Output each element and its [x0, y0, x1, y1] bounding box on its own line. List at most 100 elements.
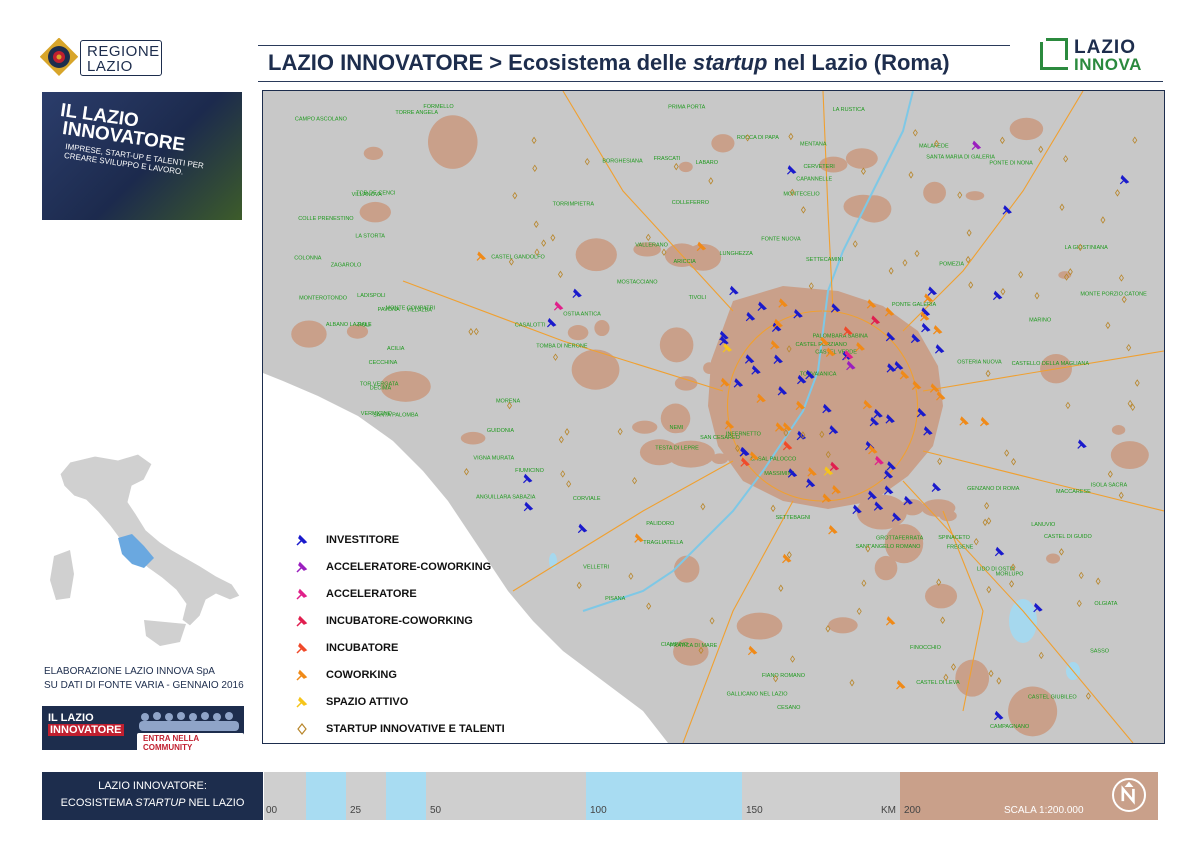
sicily-shape: [144, 620, 186, 646]
urban-patch: [1009, 117, 1044, 141]
legend-label: INVESTITORE: [326, 534, 400, 546]
place-label: SETTECAMINI: [806, 257, 843, 263]
place-label: OLGIATA: [1094, 601, 1117, 607]
place-label: GUIDONIA: [487, 428, 515, 434]
title-italic: startup: [692, 50, 768, 75]
place-label: COLLEFERRO: [672, 200, 710, 206]
pin-icon: [296, 534, 308, 546]
place-label: TOMBA DI NERONE: [536, 343, 588, 349]
region-logo-box: REGIONE LAZIO: [80, 40, 162, 76]
pin-icon: [296, 696, 308, 708]
legend-label: SPAZIO ATTIVO: [326, 696, 409, 708]
place-label: VALLERANO: [635, 243, 668, 249]
place-label: ACILIA: [387, 346, 405, 352]
lake-albano: [1009, 599, 1037, 643]
urban-patch: [828, 617, 858, 634]
place-label: LA RUSTICA: [833, 107, 865, 113]
join-community-button[interactable]: ENTRA NELLA COMMUNITY: [137, 733, 244, 750]
footer-line2-prefix: ECOSISTEMA: [60, 797, 136, 809]
place-label: CASALOTTI: [515, 322, 546, 328]
place-label: MOSTACCIANO: [617, 279, 658, 285]
place-label: LANUVIO: [1031, 522, 1056, 528]
place-label: LA STORTA: [355, 234, 385, 240]
title-rule-bottom: [258, 81, 1163, 82]
place-label: CASTEL GIUBILEO: [1028, 694, 1077, 700]
footer-line2-italic: STARTUP: [135, 797, 186, 809]
urban-patch: [924, 583, 958, 609]
brand-bracket-icon: [1046, 38, 1068, 60]
italy-locator-map: [50, 453, 241, 646]
place-label: GALLICANO NEL LAZIO: [727, 691, 789, 697]
title-prefix: LAZIO INNOVATORE > Ecosistema delle: [268, 50, 693, 75]
place-label: VILLALBA: [407, 308, 433, 314]
urban-patch: [1110, 441, 1149, 470]
urban-patch: [674, 376, 698, 391]
place-label: GENZANO DI ROMA: [967, 486, 1020, 492]
region-logo-line2: LAZIO: [87, 58, 133, 75]
legend-label: ACCELERATORE-COWORKING: [326, 561, 492, 573]
place-label: PALIDORO: [646, 521, 675, 527]
scale-tick: 50: [430, 805, 442, 816]
urban-patch: [921, 499, 956, 517]
place-label: TIVOLI: [689, 295, 707, 301]
urban-patch: [703, 362, 716, 374]
urban-patch: [567, 325, 589, 341]
place-label: MONTEROTONDO: [299, 296, 348, 302]
community-banner[interactable]: IL LAZIO INNOVATORE ENTRA NELLA COMMUNIT…: [42, 706, 244, 750]
legend-label: INCUBATORE: [326, 642, 399, 654]
urban-patch: [845, 148, 878, 169]
place-label: CORVIALE: [573, 496, 601, 502]
place-label: ISOLA SACRA: [1091, 483, 1128, 489]
urban-patch: [632, 420, 658, 434]
scale-segment: [306, 772, 346, 820]
credit-line2: SU DATI DI FONTE VARIA - GENNAIO 2016: [44, 680, 244, 691]
title-rule-top: [258, 45, 1010, 46]
scale-tick: KM: [881, 805, 896, 816]
urban-patch: [291, 320, 327, 348]
place-label: SANTA MARIA DI GALERIA: [926, 154, 995, 160]
place-label: MARINO: [1029, 317, 1052, 323]
place-label: ANGUILLARA SABAZIA: [476, 494, 536, 500]
scale-segment: [742, 772, 900, 820]
place-label: FRASCATI: [654, 156, 681, 162]
place-label: CASTEL PORZIANO: [796, 342, 848, 348]
footer-title-line2: ECOSISTEMA STARTUP NEL LAZIO: [42, 797, 263, 809]
place-label: PONTE DI NONA: [989, 161, 1033, 167]
sardinia-shape: [50, 550, 74, 600]
place-label: PRIMA PORTA: [668, 104, 705, 110]
pin-icon: [296, 561, 308, 573]
legend-label: ACCELERATORE: [326, 588, 417, 600]
scale-tick: 25: [350, 805, 362, 816]
pin-icon: [296, 588, 308, 600]
place-label: VERMICINO: [361, 411, 393, 417]
place-label: CASTELLO DELLA MAGLIANA: [1012, 361, 1090, 367]
footer-line2-suffix: NEL LAZIO: [185, 797, 245, 809]
place-label: SASSO: [1090, 648, 1110, 654]
legend-label: COWORKING: [326, 669, 397, 681]
place-label: SANT'ANGELO ROMANO: [856, 544, 922, 550]
urban-patch: [711, 134, 735, 153]
urban-patch: [359, 201, 391, 223]
place-label: MORLUPO: [996, 571, 1025, 577]
place-label: TESTA DI LEPRE: [655, 445, 699, 451]
brand-line2: INNOVA: [1074, 55, 1142, 74]
urban-patch: [923, 181, 946, 204]
urban-patch: [736, 612, 783, 640]
urban-patch: [843, 194, 883, 219]
campaign-photo: IL LAZIO INNOVATORE IMPRESE, START-UP E …: [42, 92, 242, 220]
urban-patch: [363, 146, 384, 161]
place-label: FIANO ROMANO: [762, 673, 806, 679]
place-label: CECCHINA: [369, 360, 398, 366]
regione-lazio-logo: REGIONE LAZIO: [40, 38, 245, 78]
place-label: CERVETERI: [803, 164, 835, 170]
scale-segment: [586, 772, 742, 820]
title-suffix: nel Lazio (Roma): [767, 50, 950, 75]
urban-patch: [575, 238, 617, 272]
place-label: MENTANA: [800, 141, 827, 147]
urban-patch: [856, 494, 907, 530]
footer-title-line1: LAZIO INNOVATORE:: [98, 780, 207, 792]
urban-patch: [673, 555, 700, 583]
place-label: MONTE PORZIO CATONE: [1080, 292, 1147, 298]
urban-patch: [901, 499, 924, 516]
urban-patch: [438, 130, 455, 139]
